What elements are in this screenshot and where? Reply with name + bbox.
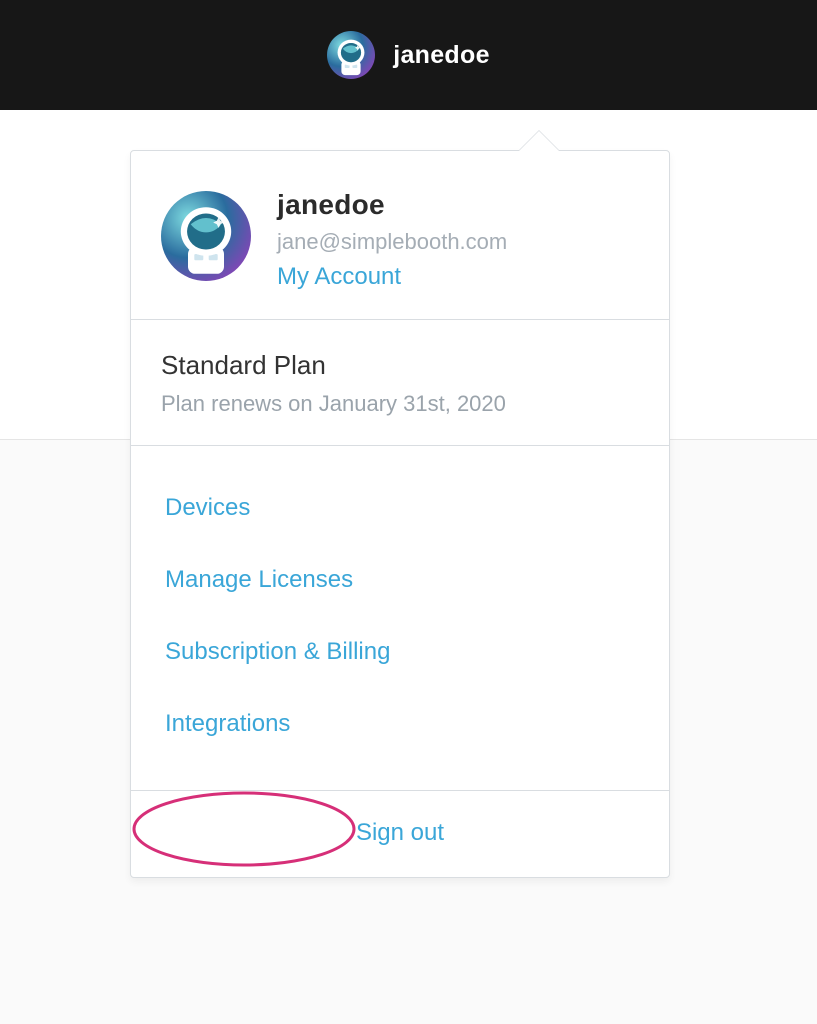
header-username: janedoe: [393, 41, 490, 70]
astronaut-avatar-icon: [161, 191, 251, 281]
user-menu-trigger[interactable]: janedoe: [327, 31, 490, 79]
manage-licenses-link[interactable]: Manage Licenses: [161, 544, 639, 616]
profile-text-block: janedoe jane@simplebooth.com My Account: [277, 189, 507, 291]
subscription-billing-link[interactable]: Subscription & Billing: [161, 616, 639, 688]
user-dropdown-panel: janedoe jane@simplebooth.com My Account …: [130, 150, 670, 878]
integrations-link[interactable]: Integrations: [161, 688, 639, 760]
plan-renewal-text: Plan renews on January 31st, 2020: [161, 391, 639, 417]
plan-section: Standard Plan Plan renews on January 31s…: [131, 320, 669, 446]
profile-section: janedoe jane@simplebooth.com My Account: [131, 151, 669, 320]
signout-section: Sign out: [131, 791, 669, 877]
devices-link[interactable]: Devices: [161, 472, 639, 544]
app-header: janedoe: [0, 0, 817, 110]
my-account-link[interactable]: My Account: [277, 263, 507, 291]
astronaut-avatar-icon: [327, 31, 375, 79]
sign-out-link[interactable]: Sign out: [356, 819, 444, 846]
profile-email: jane@simplebooth.com: [277, 229, 507, 255]
profile-username: janedoe: [277, 189, 507, 221]
account-links-section: Devices Manage Licenses Subscription & B…: [131, 446, 669, 791]
plan-name: Standard Plan: [161, 350, 639, 381]
